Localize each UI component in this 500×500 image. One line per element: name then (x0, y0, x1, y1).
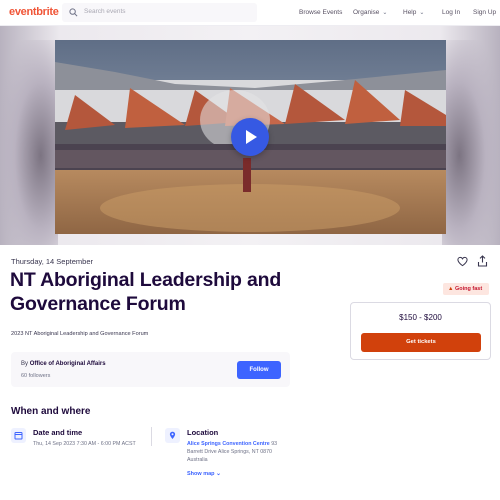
nav-organise[interactable]: Organise ⌄ (353, 9, 387, 16)
event-summary: 2023 NT Aboriginal Leadership and Govern… (11, 331, 149, 337)
organizer-byline: By Office of Aboriginal Affairs (21, 361, 106, 367)
hero-blur-right (442, 40, 500, 245)
chevron-down-icon: ⌄ (419, 10, 425, 16)
nav-help-label: Help (403, 9, 417, 16)
date-time-value: Thu, 14 Sep 2023 7:30 AM - 6:00 PM ACST (33, 441, 136, 447)
heart-icon[interactable] (457, 256, 468, 267)
fire-icon: ▲ (448, 286, 454, 292)
organizer-by-label: By (21, 361, 29, 367)
when-where-heading: When and where (11, 406, 91, 417)
event-date: Thursday, 14 September (11, 257, 93, 266)
going-fast-badge: ▲ Going fast (443, 283, 489, 295)
nav-login[interactable]: Log In (442, 9, 460, 16)
organizer-name[interactable]: Office of Aboriginal Affairs (30, 361, 106, 367)
date-time-title: Date and time (33, 428, 83, 437)
going-fast-label: Going fast (454, 286, 483, 292)
chevron-down-icon: ⌄ (216, 471, 222, 477)
calendar-icon-box (11, 428, 26, 443)
location-address-line1: Alice Springs Convention Centre 93 (187, 441, 277, 447)
hero-blur-left (0, 40, 58, 245)
when-where-divider (151, 427, 152, 446)
address-number: 93 (271, 441, 278, 447)
ticket-price: $150 - $200 (399, 313, 442, 322)
eventbrite-logo[interactable]: eventbrite (9, 6, 59, 18)
location-icon-box (165, 428, 180, 443)
share-icon[interactable] (477, 255, 488, 267)
search-bar[interactable]: Search events (62, 3, 257, 22)
event-title: NT Aboriginal Leadership and Governance … (10, 269, 282, 315)
play-icon (246, 130, 257, 144)
venue-name: Alice Springs Convention Centre (187, 441, 270, 447)
nav-browse-events[interactable]: Browse Events (299, 9, 342, 16)
show-map-link[interactable]: Show map ⌄ (187, 470, 221, 477)
location-address-line3: Australia (187, 457, 208, 463)
show-map-label: Show map (187, 471, 215, 477)
nav-help[interactable]: Help ⌄ (403, 9, 424, 16)
location-address-line2: Barrett Drive Alice Springs, NT 0870 (187, 449, 272, 455)
chevron-down-icon: ⌄ (382, 10, 388, 16)
play-video-button[interactable] (231, 118, 269, 156)
ticket-card: $150 - $200 Get tickets (350, 302, 491, 360)
follow-button[interactable]: Follow (237, 361, 281, 379)
search-input[interactable]: Search events (84, 8, 126, 15)
nav-organise-label: Organise (353, 9, 380, 16)
top-nav-bar: eventbrite Search events Browse Events O… (0, 0, 500, 26)
location-pin-icon (169, 431, 176, 439)
organizer-card: By Office of Aboriginal Affairs 60 follo… (11, 352, 290, 387)
calendar-icon (14, 432, 23, 440)
location-title: Location (187, 428, 219, 437)
organizer-followers: 60 followers (21, 373, 51, 379)
search-icon (69, 8, 78, 17)
get-tickets-button[interactable]: Get tickets (361, 333, 481, 352)
nav-signup[interactable]: Sign Up (473, 9, 496, 16)
